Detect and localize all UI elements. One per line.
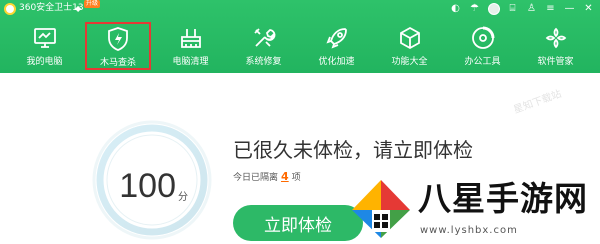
menu-icon[interactable]: ≡ xyxy=(541,0,560,18)
flower-grid-icon xyxy=(543,25,569,51)
nav-item-system-repair[interactable]: 系统修复 xyxy=(227,19,300,72)
nav-item-trojan-scan[interactable]: 木马查杀 xyxy=(85,22,151,70)
app-title: 360安全卫士13 xyxy=(19,3,84,13)
status-suffix: 项 xyxy=(291,173,301,183)
quarantine-status: 今日已隔离 4 项 xyxy=(233,171,301,184)
site-watermark: 星知下载站 xyxy=(512,88,564,117)
main-nav: 我的电脑 木马查杀 电脑清理 系统修复 优化加速 功能大全 办公工具 软件管家 xyxy=(8,19,592,72)
score-unit: 分 xyxy=(178,192,188,203)
top-bar: 360安全卫士13 ◆ 升级 ◐ ☂ ⌸ ♙ ≡ — ✕ 我的电脑 木马查杀 电… xyxy=(0,0,600,73)
start-checkup-button[interactable]: 立即体检 xyxy=(233,205,363,241)
nav-item-cleanup[interactable]: 电脑清理 xyxy=(154,19,227,72)
title-bar: 360安全卫士13 ◆ 升级 ◐ ☂ ⌸ ♙ ≡ — ✕ xyxy=(0,0,600,18)
wrench-icon xyxy=(251,25,277,51)
nav-item-label: 系统修复 xyxy=(245,57,282,67)
checkup-headline: 已很久未体检，请立即体检 xyxy=(233,138,473,162)
avatar-image xyxy=(487,3,500,15)
site-name: 八星手游网 xyxy=(418,179,588,218)
nav-item-label: 软件管家 xyxy=(537,57,574,67)
monitor-icon xyxy=(32,25,58,51)
nav-item-label: 功能大全 xyxy=(391,57,428,67)
minimize-icon[interactable]: — xyxy=(560,0,579,18)
cube-icon xyxy=(397,25,423,51)
site-url: www.lyshbx.com xyxy=(420,225,518,236)
skin-icon[interactable]: ☂ xyxy=(465,0,484,18)
upgrade-badge[interactable]: 升级 xyxy=(84,0,101,8)
nav-item-label: 木马查杀 xyxy=(99,58,136,68)
quarantine-count[interactable]: 4 xyxy=(278,170,292,183)
window-controls: ◐ ☂ ⌸ ♙ ≡ — ✕ xyxy=(446,0,598,18)
shield-lightning-icon xyxy=(105,26,131,52)
site-logo-icon xyxy=(352,180,410,238)
nav-item-label: 我的电脑 xyxy=(26,57,63,67)
app-logo-icon xyxy=(4,3,16,15)
nav-item-software-manager[interactable]: 软件管家 xyxy=(519,19,592,72)
health-score: 100 分 xyxy=(90,118,214,242)
status-prefix: 今日已隔离 xyxy=(233,173,279,183)
theme-icon[interactable]: ◐ xyxy=(446,0,465,18)
nav-item-label: 办公工具 xyxy=(464,57,501,67)
site-logo: 八星手游网 www.lyshbx.com xyxy=(346,170,600,244)
shirt-icon[interactable]: ♙ xyxy=(522,0,541,18)
nav-item-label: 优化加速 xyxy=(318,57,355,67)
avatar[interactable] xyxy=(484,0,503,18)
close-icon[interactable]: ✕ xyxy=(579,0,598,18)
nav-item-label: 电脑清理 xyxy=(172,57,209,67)
nav-item-office-tools[interactable]: 办公工具 xyxy=(446,19,519,72)
rocket-icon xyxy=(324,25,350,51)
nav-item-speedup[interactable]: 优化加速 xyxy=(300,19,373,72)
circle-arc-icon xyxy=(470,25,496,51)
feedback-icon[interactable]: ⌸ xyxy=(503,0,522,18)
broom-icon xyxy=(178,25,204,51)
nav-item-features[interactable]: 功能大全 xyxy=(373,19,446,72)
score-value: 100 xyxy=(119,167,176,205)
nav-item-my-computer[interactable]: 我的电脑 xyxy=(8,19,81,72)
diamond-icon: ◆ xyxy=(75,4,82,13)
